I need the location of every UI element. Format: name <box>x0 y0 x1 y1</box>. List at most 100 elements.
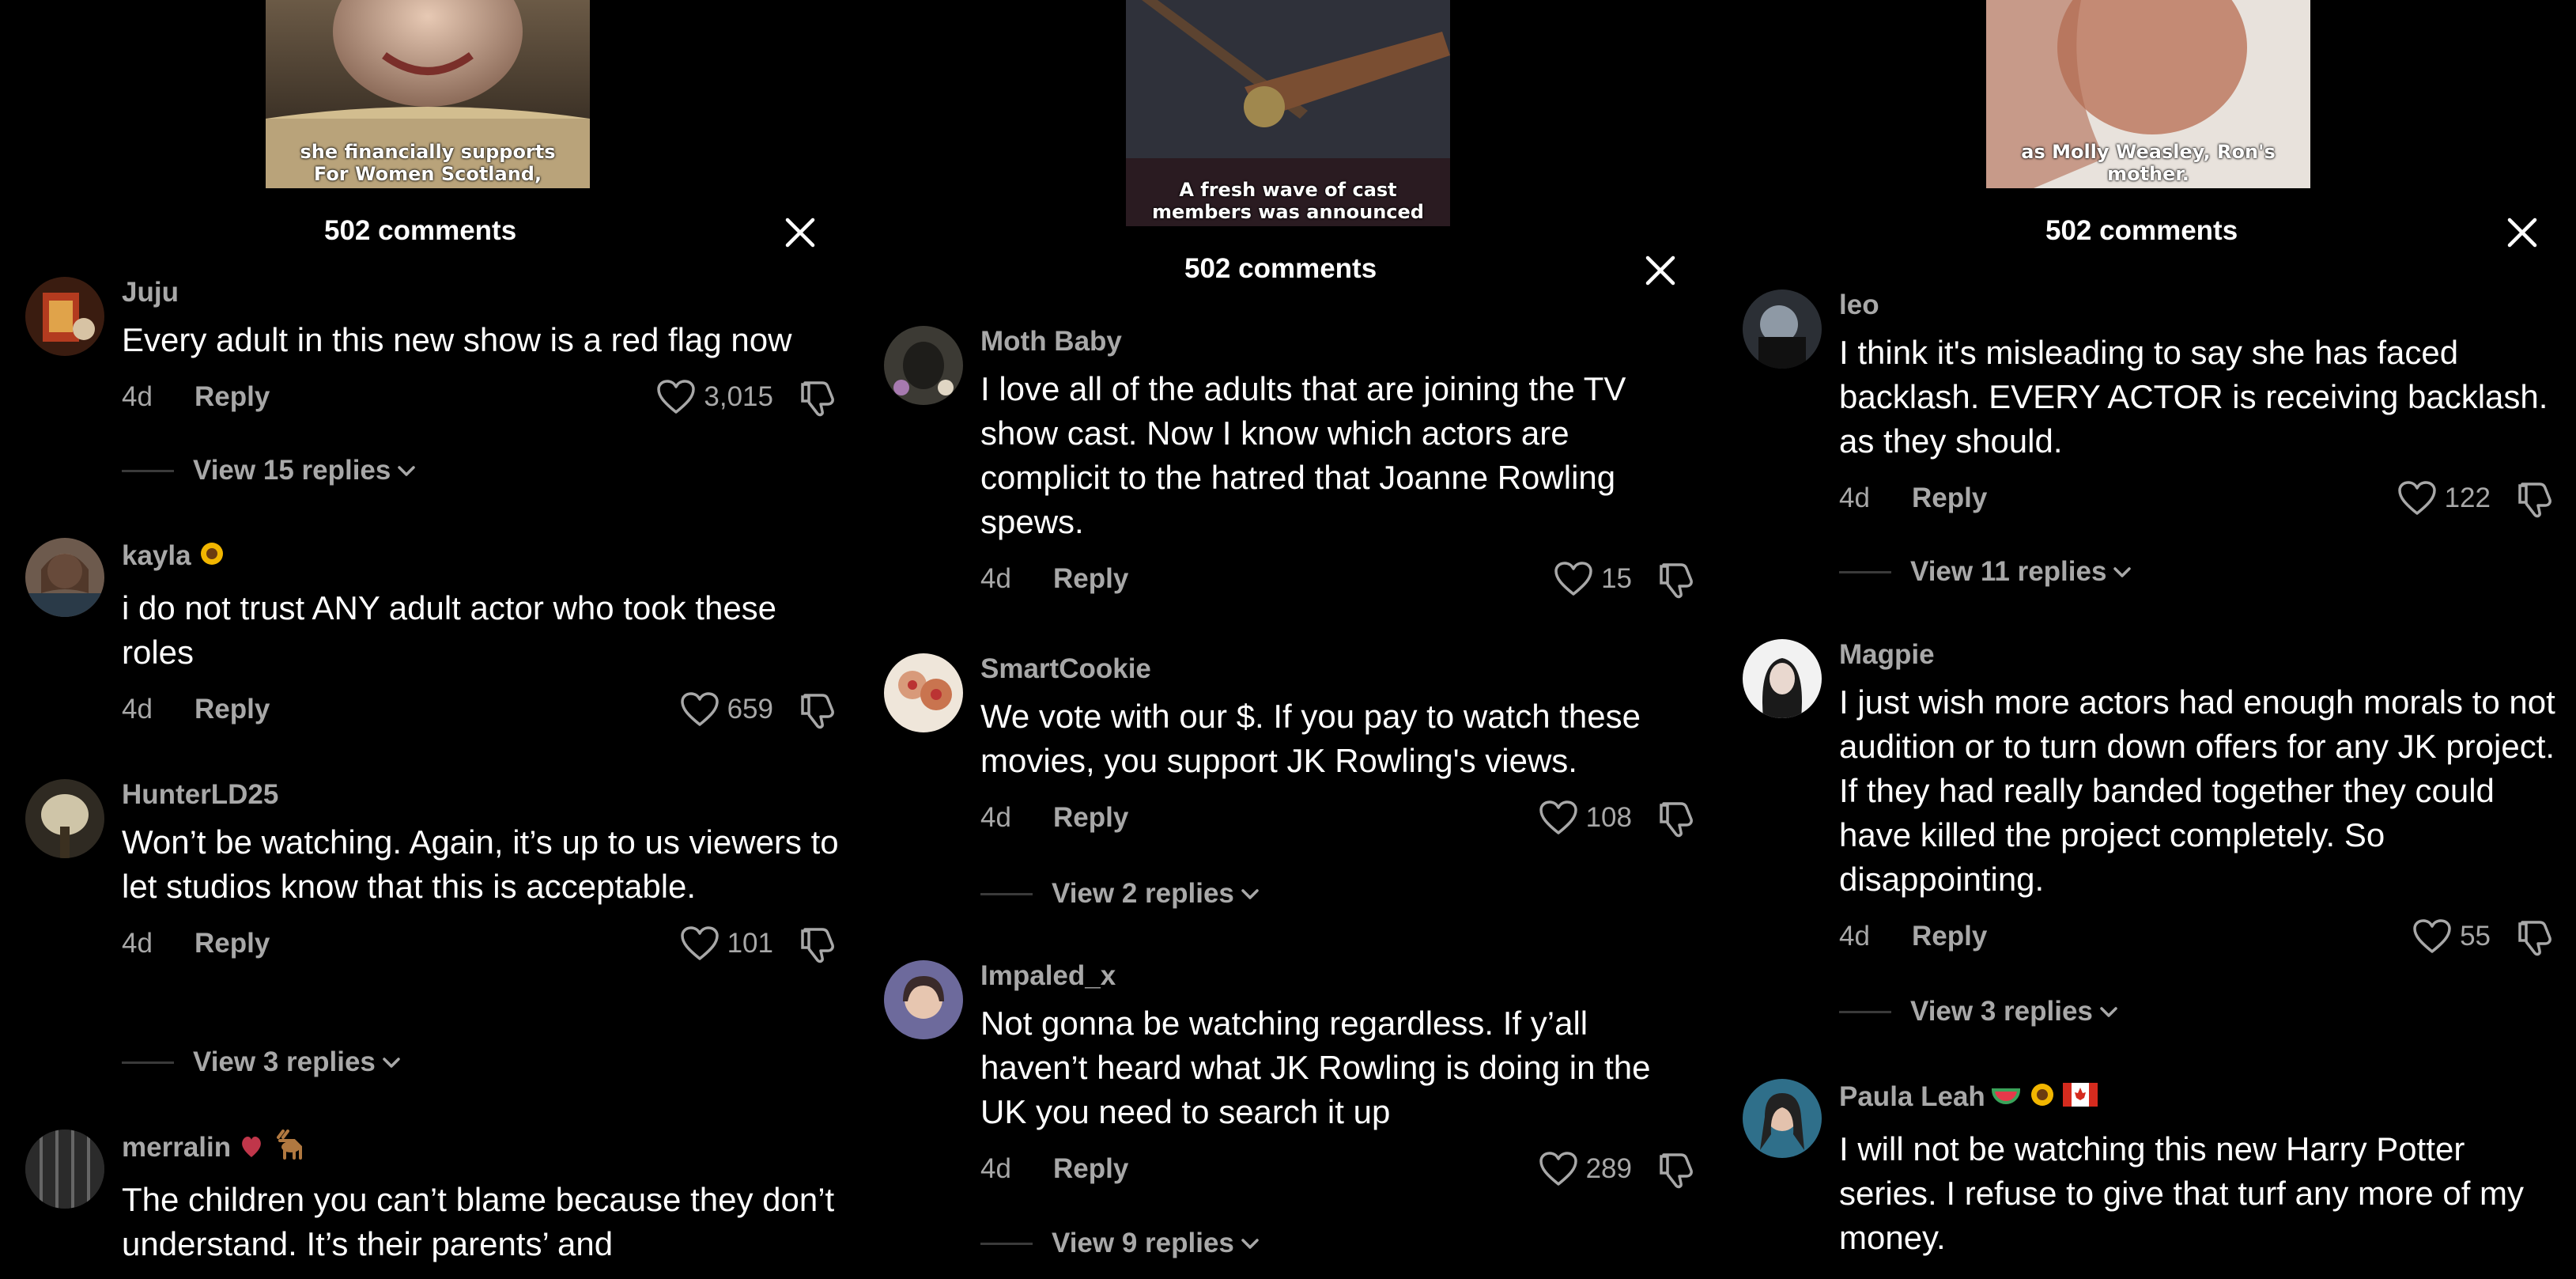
reply-button[interactable]: Reply <box>1053 1147 1128 1191</box>
screenshot-collage: she financially supports For Women Scotl… <box>0 0 2576 1279</box>
thumbs-down-icon[interactable] <box>799 925 841 964</box>
video-subtitle: A fresh wave of cast members was announc… <box>1152 179 1424 223</box>
reply-button[interactable]: Reply <box>1053 796 1128 840</box>
comment-username[interactable]: Impaled_x <box>980 960 1700 992</box>
like-button[interactable]: 108 <box>1539 796 1632 840</box>
like-button[interactable]: 55 <box>2412 914 2491 959</box>
comment-text: I love all of the adults that are joinin… <box>980 370 1626 540</box>
comment-username[interactable]: SmartCookie <box>980 653 1700 685</box>
view-replies-button[interactable]: View 3 replies <box>1839 996 2120 1027</box>
avatar[interactable] <box>25 538 104 617</box>
view-replies-label: View 9 replies <box>1052 1228 1234 1258</box>
thumbs-down-icon[interactable] <box>1657 799 1700 838</box>
close-icon[interactable] <box>2505 215 2540 250</box>
reply-divider <box>980 1242 1033 1245</box>
comment-text: i do not trust ANY adult actor who took … <box>122 589 777 671</box>
view-replies-button[interactable]: View 15 replies <box>122 455 417 486</box>
avatar[interactable] <box>884 326 963 405</box>
chevron-down-icon <box>395 463 417 479</box>
avatar[interactable] <box>884 960 963 1039</box>
view-replies-label: View 3 replies <box>1910 996 2093 1027</box>
avatar[interactable] <box>1743 639 1822 718</box>
chevron-down-icon <box>1239 886 1261 902</box>
video-thumbnail[interactable]: A fresh wave of cast members was announc… <box>1126 0 1450 226</box>
chevron-down-icon <box>380 1054 402 1070</box>
like-count: 108 <box>1585 802 1632 833</box>
thumbs-down-icon[interactable] <box>2516 918 2559 957</box>
thumbs-down-icon[interactable] <box>2516 479 2559 519</box>
like-button[interactable]: 101 <box>680 921 773 966</box>
deer-icon <box>272 1130 307 1168</box>
view-replies-label: View 11 replies <box>1910 556 2107 587</box>
reply-button[interactable]: Reply <box>195 921 270 966</box>
comment-username[interactable]: Moth Baby <box>980 326 1700 358</box>
like-button[interactable]: 122 <box>2397 476 2491 520</box>
comment-username[interactable]: HunterLD25 <box>122 779 841 811</box>
avatar[interactable] <box>1743 289 1822 369</box>
reply-button[interactable]: Reply <box>1912 476 1987 520</box>
reply-divider <box>122 1061 174 1064</box>
username-text: Paula Leah <box>1839 1080 1985 1112</box>
like-button[interactable]: 289 <box>1539 1147 1632 1191</box>
heart-outline-icon <box>1539 800 1578 836</box>
close-icon[interactable] <box>1643 253 1678 288</box>
like-count: 15 <box>1601 563 1632 594</box>
comment-username[interactable]: merralin <box>122 1130 841 1168</box>
watermelon-icon <box>1990 1079 2022 1118</box>
view-replies-button[interactable]: View 9 replies <box>980 1228 1261 1259</box>
avatar[interactable] <box>25 779 104 858</box>
reply-divider <box>1839 1010 1891 1013</box>
view-replies-button[interactable]: View 2 replies <box>980 878 1261 910</box>
video-subtitle: she financially supports For Women Scotl… <box>300 141 556 185</box>
thumbs-down-icon[interactable] <box>799 378 841 418</box>
comments-count-title: 502 comments <box>1184 253 1377 284</box>
video-thumbnail[interactable]: she financially supports For Women Scotl… <box>266 0 590 188</box>
video-subtitle: as Molly Weasley, Ron's mother. <box>2021 141 2276 185</box>
reply-button[interactable]: Reply <box>1912 914 1987 959</box>
like-count: 55 <box>2460 921 2491 952</box>
reply-button[interactable]: Reply <box>195 687 270 732</box>
like-button[interactable]: 3,015 <box>656 375 773 419</box>
comment-text: I will not be watching this new Harry Po… <box>1839 1130 2525 1256</box>
comments-panel-1: she financially supports For Women Scotl… <box>0 0 859 1279</box>
heart-outline-icon <box>1539 1151 1578 1187</box>
avatar[interactable] <box>1743 1079 1822 1158</box>
thumbs-down-icon[interactable] <box>1657 560 1700 600</box>
comment-username[interactable]: leo <box>1839 289 2559 321</box>
comment-text: The children you can’t blame because the… <box>122 1181 835 1262</box>
chevron-down-icon <box>1239 1235 1261 1251</box>
heart-outline-icon <box>2412 918 2452 955</box>
close-icon[interactable] <box>783 215 818 250</box>
view-replies-label: View 2 replies <box>1052 878 1234 909</box>
view-replies-button[interactable]: View 11 replies <box>1839 556 2133 588</box>
comment-username[interactable]: Juju <box>122 277 841 308</box>
comment-time: 4d <box>980 1153 1011 1184</box>
comment-username[interactable]: kayla <box>122 538 841 577</box>
view-replies-label: View 15 replies <box>193 455 391 486</box>
view-replies-button[interactable]: View 3 replies <box>122 1046 402 1078</box>
thumbs-down-icon[interactable] <box>799 691 841 730</box>
comment-time: 4d <box>1839 921 1870 952</box>
like-count: 3,015 <box>704 381 773 412</box>
like-button[interactable]: 15 <box>1554 557 1632 601</box>
heart-outline-icon <box>2397 480 2437 517</box>
reply-button[interactable]: Reply <box>1053 557 1128 601</box>
thumbs-down-icon[interactable] <box>1657 1150 1700 1190</box>
comments-count-title: 502 comments <box>2045 215 2238 246</box>
avatar[interactable] <box>25 1130 104 1209</box>
anatomical-heart-icon <box>236 1130 267 1168</box>
heart-outline-icon <box>680 691 720 728</box>
sunflower-icon <box>196 538 228 577</box>
avatar[interactable] <box>884 653 963 732</box>
comment-time: 4d <box>980 802 1011 833</box>
comment-text: Every adult in this new show is a red fl… <box>122 321 792 358</box>
reply-button[interactable]: Reply <box>195 375 270 419</box>
comment-text: Won’t be watching. Again, it’s up to us … <box>122 823 839 905</box>
comment-text: I think it's misleading to say she has f… <box>1839 334 2548 460</box>
comment-username[interactable]: Paula Leah <box>1839 1079 2559 1118</box>
like-button[interactable]: 659 <box>680 687 773 732</box>
avatar[interactable] <box>25 277 104 356</box>
comment-username[interactable]: Magpie <box>1839 639 2559 671</box>
video-thumbnail[interactable]: as Molly Weasley, Ron's mother. <box>1986 0 2310 188</box>
comment-time: 4d <box>122 381 153 412</box>
